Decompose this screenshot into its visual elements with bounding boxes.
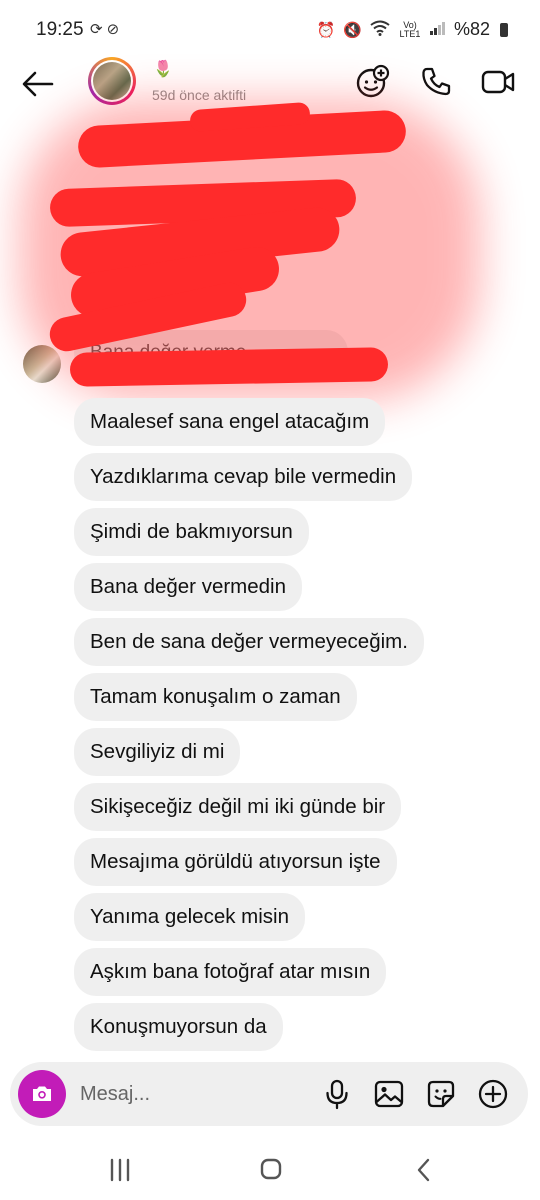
message-bubble[interactable]: Tamam konuşalım o zaman [74, 673, 357, 721]
back-button[interactable] [18, 64, 58, 104]
status-bar: 19:25 ⟳⊘ ⏰ 🔇 Vo) LTE1 %82 [0, 0, 540, 56]
smiley-plus-icon [356, 64, 390, 98]
message-bubble[interactable]: Ben de sana değer vermeyeceğim. [74, 618, 424, 666]
message-list: Maalesef sana engel atacağım Yazdıklarım… [74, 398, 514, 1058]
status-right: ⏰ 🔇 Vo) LTE1 %82 [317, 19, 508, 40]
sticker-icon [427, 1080, 455, 1108]
chat-header: 🌷 59d önce aktifti [0, 56, 540, 116]
message-bubble[interactable]: Konuşmuyorsun da [74, 1003, 283, 1051]
voice-message-button[interactable] [320, 1077, 354, 1111]
contact-avatar[interactable] [88, 57, 136, 105]
recent-apps-button[interactable] [98, 1150, 142, 1190]
more-options-button[interactable] [476, 1077, 510, 1111]
gallery-button[interactable] [372, 1077, 406, 1111]
avatar-image [93, 62, 131, 100]
recents-icon [110, 1158, 130, 1182]
plus-circle-icon [478, 1079, 508, 1109]
add-effect-button[interactable] [354, 64, 390, 100]
message-bubble[interactable]: Maalesef sana engel atacağım [74, 398, 386, 446]
message-bubble[interactable]: Şimdi de bakmıyorsun [74, 508, 309, 556]
chevron-left-icon [417, 1158, 430, 1182]
video-camera-icon [481, 70, 515, 94]
block-icon: ⊘ [106, 21, 124, 38]
volte-icon: Vo) LTE1 [399, 19, 421, 39]
message-bubble[interactable]: Sevgiliyiz di mi [74, 728, 241, 776]
battery-icon [500, 22, 508, 37]
signal-icon [429, 21, 446, 39]
camera-button[interactable] [18, 1070, 66, 1118]
message-input[interactable] [80, 1080, 310, 1108]
status-time: 19:25 [36, 19, 84, 40]
camera-icon [33, 1086, 51, 1101]
message-bubble[interactable]: Mesajıma görüldü atıyorsun işte [74, 838, 397, 886]
microphone-icon [326, 1079, 348, 1110]
system-nav-bar [0, 1140, 540, 1200]
message-bubble[interactable]: Sikişeceğiz değil mi iki günde bir [74, 783, 402, 831]
contact-name-emoji[interactable]: 🌷 [153, 59, 173, 79]
home-icon [260, 1158, 282, 1180]
image-icon [374, 1080, 404, 1108]
nav-back-button[interactable] [402, 1150, 446, 1190]
redacted-message-text: Bana değer verme... [90, 342, 263, 363]
sender-avatar[interactable] [23, 345, 61, 383]
message-bubble[interactable]: Aşkım bana fotoğraf atar mısın [74, 948, 387, 996]
contact-active-status: 59d önce aktifti [152, 87, 247, 103]
phone-icon [422, 67, 451, 96]
alarm-icon: ⏰ [316, 21, 336, 39]
arrow-left-icon [22, 71, 54, 97]
sync-icon: ⟳ [90, 21, 107, 38]
message-composer [10, 1062, 528, 1126]
home-button[interactable] [249, 1150, 293, 1190]
voice-call-button[interactable] [418, 64, 454, 100]
message-bubble[interactable]: Yanıma gelecek misin [74, 893, 306, 941]
message-bubble[interactable]: Yazdıklarıma cevap bile vermedin [74, 453, 413, 501]
message-bubble[interactable]: Bana değer vermedin [74, 563, 303, 611]
wifi-icon [370, 20, 390, 40]
sticker-button[interactable] [424, 1077, 458, 1111]
mute-icon: 🔇 [343, 21, 362, 39]
battery-text: %82 [453, 19, 490, 39]
video-call-button[interactable] [480, 64, 516, 100]
status-left-icons: ⟳⊘ [90, 20, 123, 38]
